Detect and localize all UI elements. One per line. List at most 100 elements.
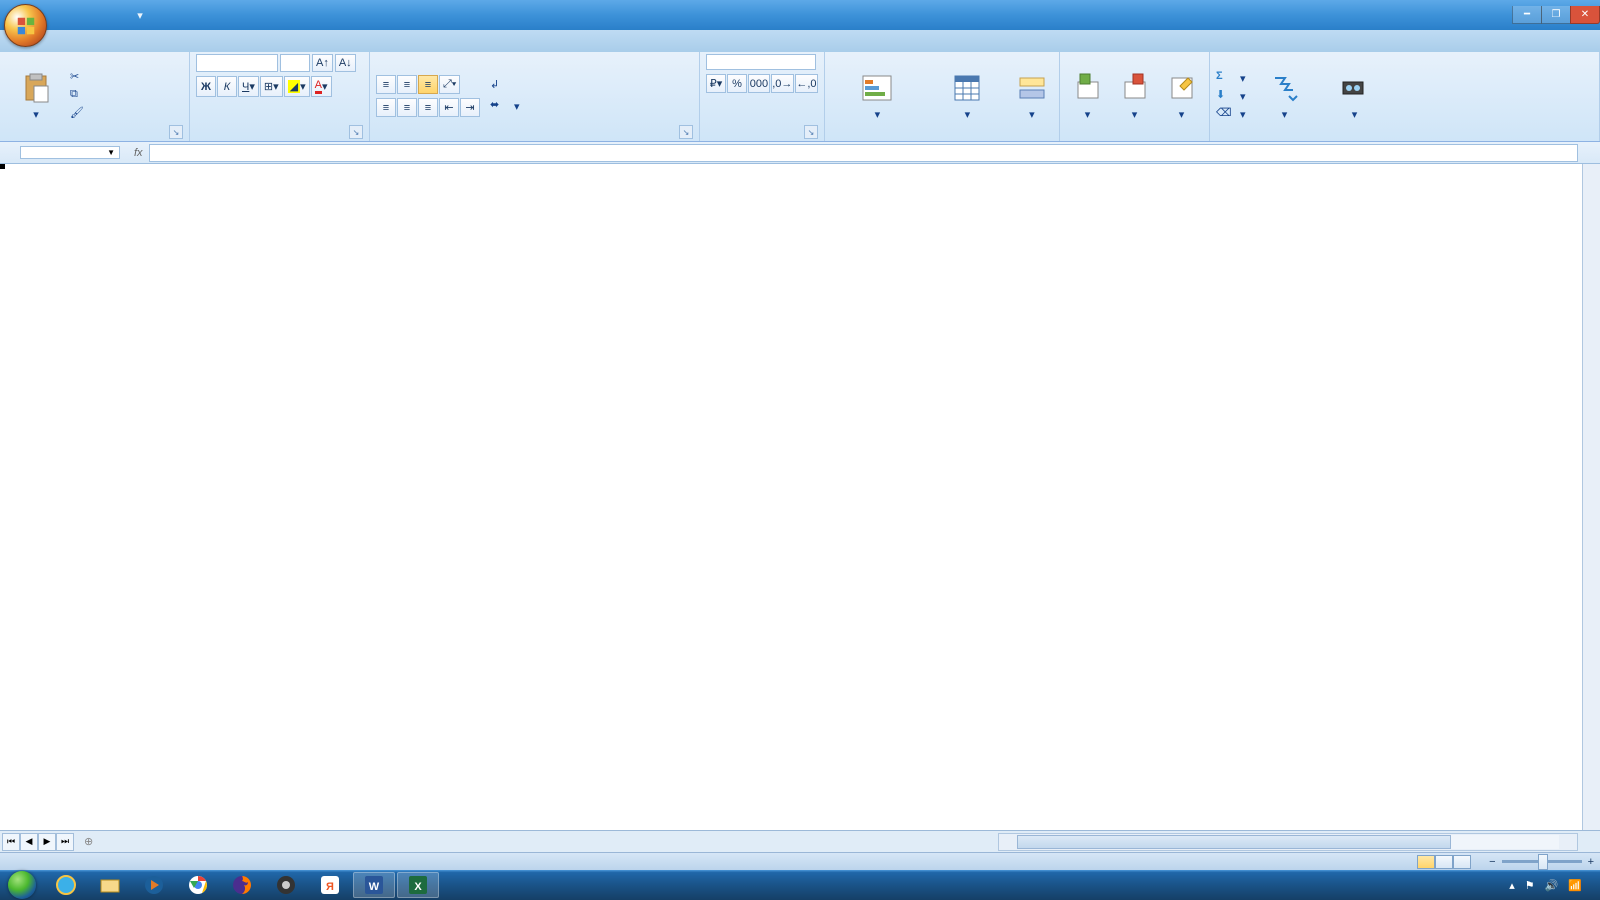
svg-text:X: X — [414, 881, 422, 893]
clear-button[interactable]: ⌫ ▾ — [1216, 106, 1246, 122]
system-tray: ▴ ⚑ 🔊 📶 — [1491, 879, 1600, 892]
number-format-select[interactable] — [706, 54, 816, 70]
sheet-nav-first[interactable]: ⏮ — [2, 833, 20, 851]
wrap-icon: ↲ — [490, 78, 506, 94]
format-painter-button[interactable]: 🖌 — [70, 106, 90, 122]
comma-button[interactable]: 000 — [748, 74, 770, 93]
increase-font-button[interactable]: A↑ — [312, 54, 333, 72]
titlebar: ▾ ━ ❐ ✕ — [0, 0, 1600, 30]
wrap-text-button[interactable]: ↲ — [490, 78, 520, 94]
merge-center-button[interactable]: ⬌ ▾ — [490, 98, 520, 114]
worksheet-grid[interactable] — [0, 164, 1600, 830]
taskbar-yandex-icon[interactable]: Я — [309, 872, 351, 898]
cut-button[interactable]: ✂ — [70, 70, 90, 86]
sort-filter-button[interactable]: ▾ — [1250, 63, 1320, 129]
taskbar-chrome-icon[interactable] — [177, 872, 219, 898]
decrease-font-button[interactable]: A↓ — [335, 54, 356, 72]
copy-button[interactable]: ⧉ — [70, 88, 90, 104]
formula-bar-area: ▼ fx — [0, 142, 1600, 164]
minimize-button[interactable]: ━ — [1512, 6, 1542, 24]
page-break-view-button[interactable] — [1453, 855, 1471, 869]
editing-group-title — [1216, 138, 1593, 141]
border-button[interactable]: ⊞▾ — [260, 76, 283, 97]
align-bottom-button[interactable]: ≡ — [418, 75, 438, 94]
underline-button[interactable]: Ч▾ — [238, 76, 259, 97]
svg-text:Я: Я — [326, 881, 334, 893]
conditional-formatting-button[interactable]: ▾ — [831, 63, 924, 129]
align-top-button[interactable]: ≡ — [376, 75, 396, 94]
office-button[interactable] — [4, 4, 47, 47]
font-dialog-launcher[interactable]: ↘ — [349, 125, 363, 139]
taskbar-firefox-icon[interactable] — [221, 872, 263, 898]
delete-cells-button[interactable]: ▾ — [1113, 63, 1156, 129]
percent-button[interactable]: % — [727, 74, 747, 93]
increase-indent-button[interactable]: ⇥ — [460, 98, 480, 117]
normal-view-button[interactable] — [1417, 855, 1435, 869]
new-sheet-icon[interactable]: ⊕ — [84, 835, 93, 848]
font-color-button[interactable]: A▾ — [311, 76, 332, 97]
formula-input[interactable] — [149, 144, 1578, 162]
paste-button[interactable]: ▾ — [6, 63, 66, 129]
decrease-decimal-button[interactable]: ←,0 — [795, 74, 818, 93]
taskbar-media-icon[interactable] — [133, 872, 175, 898]
redo-icon[interactable] — [104, 5, 124, 25]
taskbar-explorer-icon[interactable] — [89, 872, 131, 898]
page-layout-view-button[interactable] — [1435, 855, 1453, 869]
font-name-select[interactable] — [196, 54, 278, 72]
align-dialog-launcher[interactable]: ↘ — [679, 125, 693, 139]
format-cells-button[interactable]: ▾ — [1160, 63, 1203, 129]
increase-decimal-button[interactable]: ,0→ — [771, 74, 794, 93]
horizontal-scrollbar[interactable] — [998, 833, 1578, 851]
find-select-button[interactable]: ▾ — [1324, 63, 1386, 129]
italic-button[interactable]: К — [217, 76, 237, 97]
insert-cells-button[interactable]: ▾ — [1066, 63, 1109, 129]
fx-icon[interactable]: fx — [128, 147, 149, 159]
eraser-icon: ⌫ — [1216, 106, 1232, 122]
start-button[interactable] — [0, 870, 44, 900]
zoom-in-button[interactable]: + — [1588, 856, 1594, 868]
qat-customize-icon[interactable]: ▾ — [130, 5, 150, 25]
bold-button[interactable]: Ж — [196, 76, 216, 97]
font-size-select[interactable] — [280, 54, 310, 72]
tray-flag-icon[interactable]: ⚑ — [1525, 879, 1535, 892]
zoom-out-button[interactable]: − — [1489, 856, 1495, 868]
decrease-indent-button[interactable]: ⇤ — [439, 98, 459, 117]
taskbar-excel-icon[interactable]: X — [397, 872, 439, 898]
sheet-nav-next[interactable]: ▶ — [38, 833, 56, 851]
zoom-slider[interactable] — [1502, 860, 1582, 863]
sheet-nav-prev[interactable]: ◀ — [20, 833, 38, 851]
align-middle-button[interactable]: ≡ — [397, 75, 417, 94]
taskbar-app1-icon[interactable] — [265, 872, 307, 898]
cell-styles-button[interactable]: ▾ — [1011, 63, 1053, 129]
selection-box — [0, 164, 4, 168]
copy-icon: ⧉ — [70, 88, 86, 104]
sheet-nav-last[interactable]: ⏭ — [56, 833, 74, 851]
tray-volume-icon[interactable]: 🔊 — [1545, 879, 1559, 892]
tray-arrow-icon[interactable]: ▴ — [1509, 879, 1515, 892]
undo-icon[interactable] — [78, 5, 98, 25]
close-button[interactable]: ✕ — [1570, 6, 1600, 24]
cells-group-title — [1066, 138, 1203, 141]
save-icon[interactable] — [52, 5, 72, 25]
fill-button[interactable]: ⬇ ▾ — [1216, 88, 1246, 104]
fill-color-button[interactable]: ◢▾ — [284, 76, 310, 97]
ribbon-tabs — [0, 30, 1600, 52]
align-center-button[interactable]: ≡ — [397, 98, 417, 117]
number-group-title: ↘ — [706, 138, 818, 141]
orientation-button[interactable]: ⤢▾ — [439, 75, 460, 94]
taskbar-ie-icon[interactable] — [45, 872, 87, 898]
format-as-table-button[interactable]: ▾ — [928, 63, 1007, 129]
tray-network-icon[interactable]: 📶 — [1568, 879, 1582, 892]
vertical-scrollbar[interactable] — [1582, 164, 1600, 830]
svg-text:W: W — [369, 881, 380, 893]
maximize-button[interactable]: ❐ — [1541, 6, 1571, 24]
taskbar-word-icon[interactable]: W — [353, 872, 395, 898]
currency-button[interactable]: ₽▾ — [706, 74, 726, 93]
name-box[interactable]: ▼ — [20, 146, 120, 159]
number-dialog-launcher[interactable]: ↘ — [804, 125, 818, 139]
clipboard-dialog-launcher[interactable]: ↘ — [169, 125, 183, 139]
align-left-button[interactable]: ≡ — [376, 98, 396, 117]
autosum-button[interactable]: Σ ▾ — [1216, 70, 1246, 86]
align-right-button[interactable]: ≡ — [418, 98, 438, 117]
font-group-title: ↘ — [196, 138, 363, 141]
